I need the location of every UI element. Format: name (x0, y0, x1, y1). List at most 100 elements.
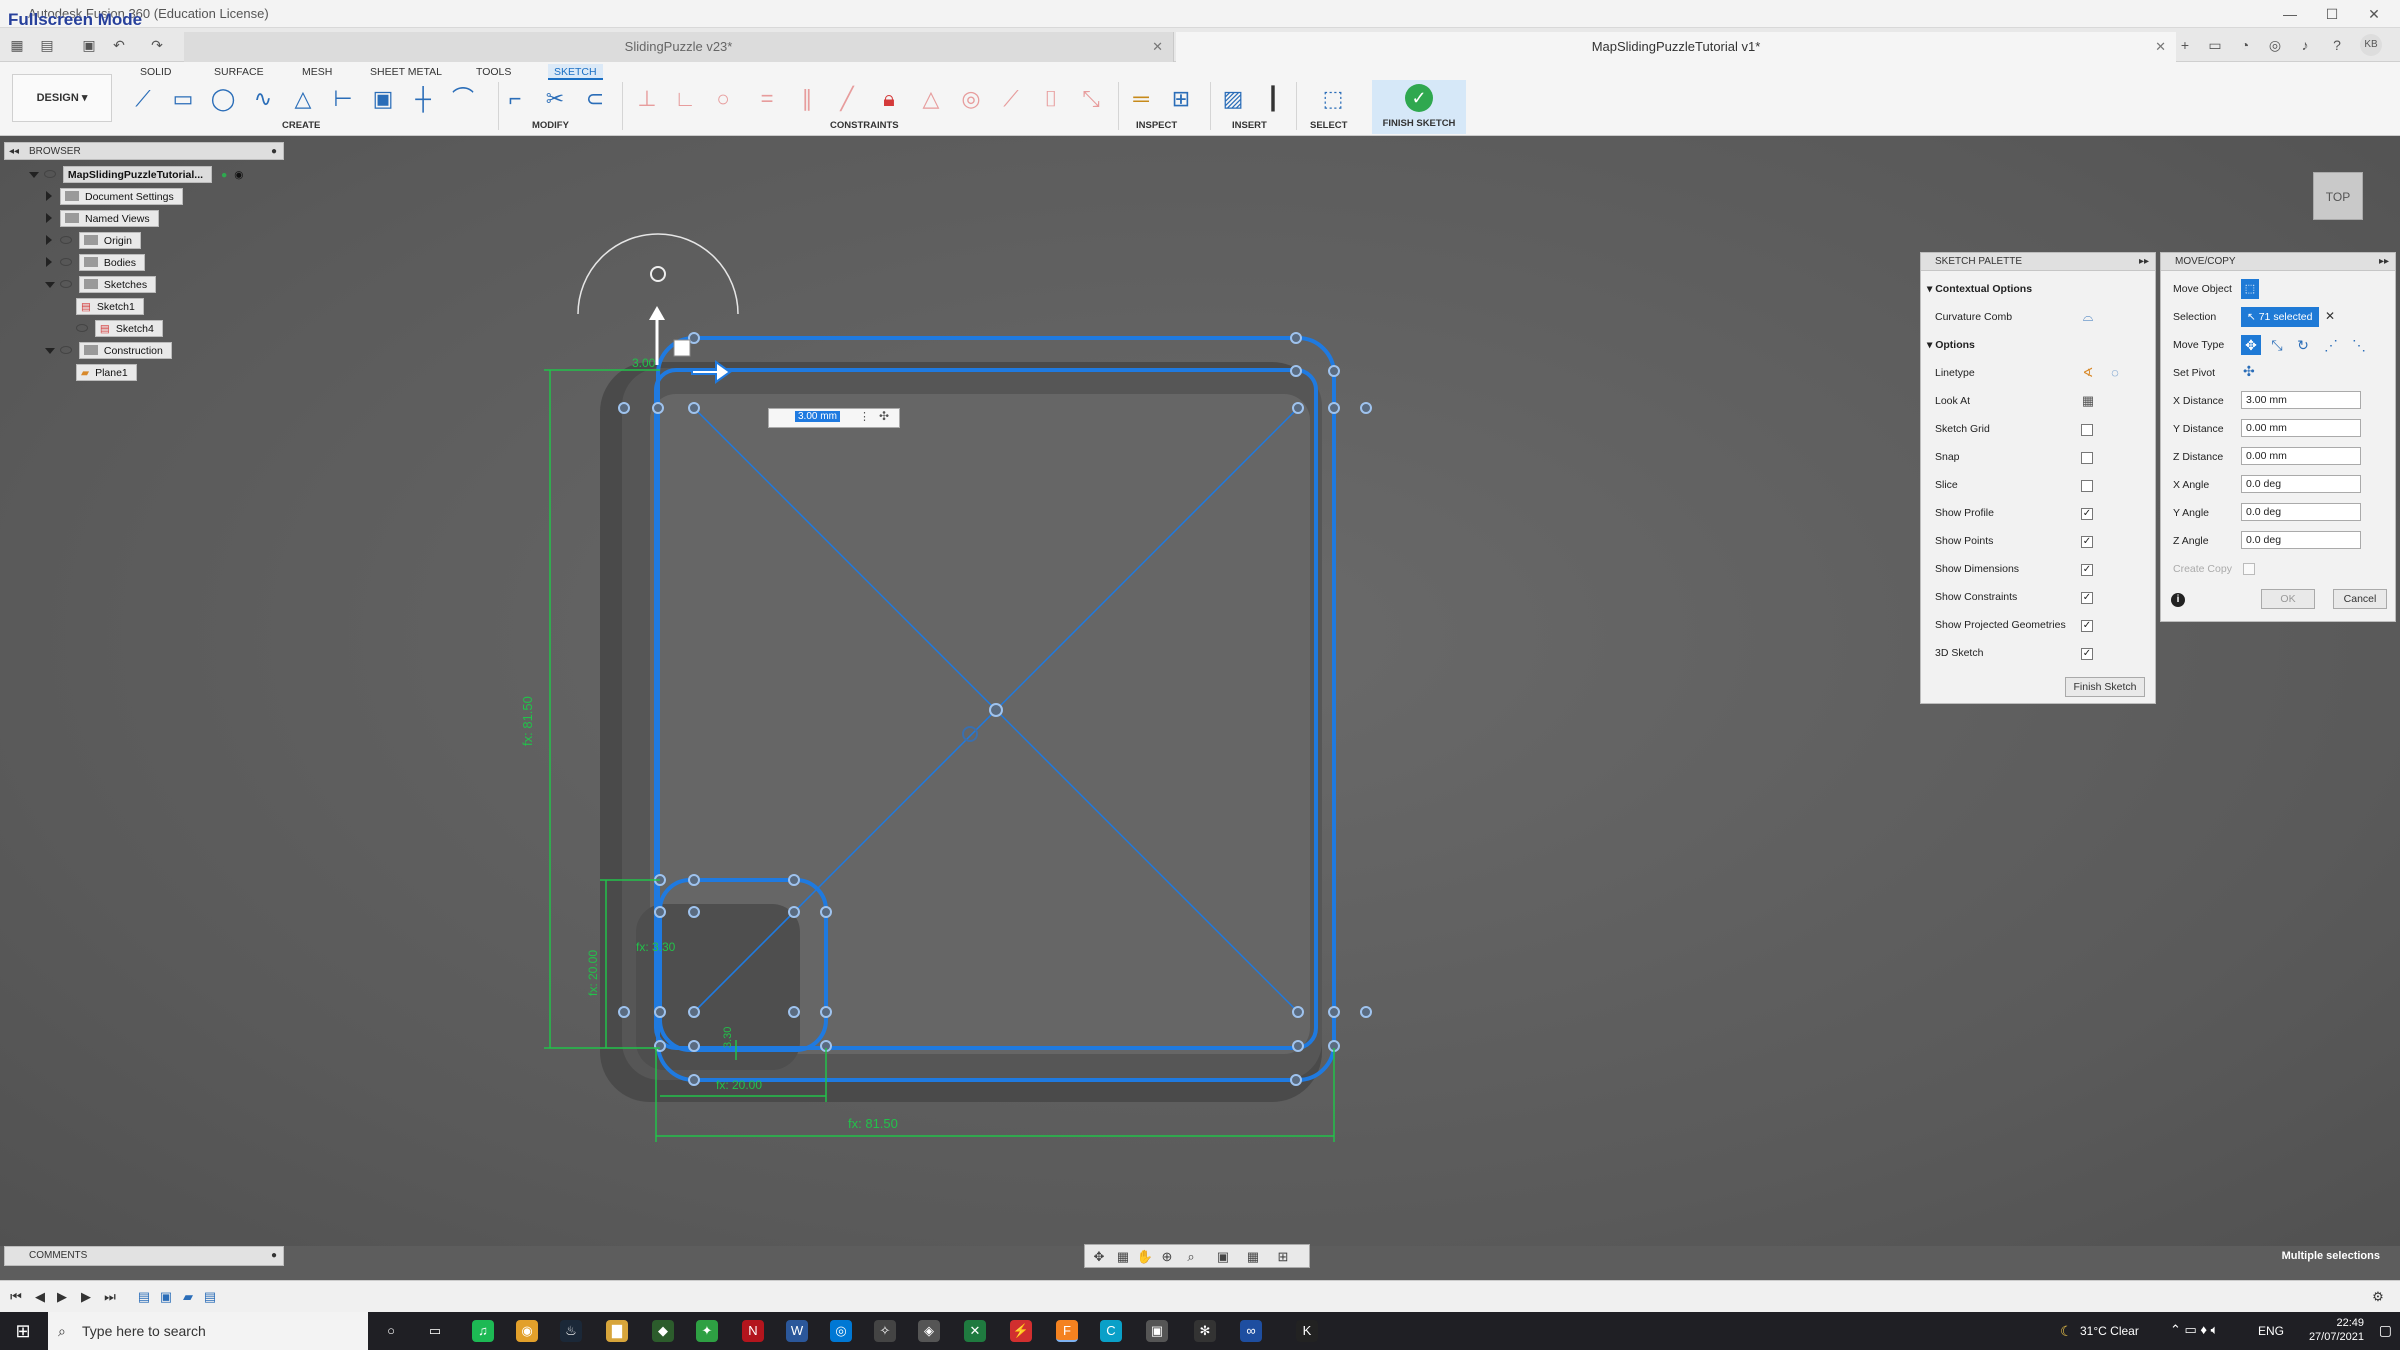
timeline-feature-plane-icon[interactable]: ▰ (178, 1287, 198, 1307)
collinear-constraint-icon[interactable]: ╱ (832, 84, 862, 114)
info-icon[interactable]: i (2171, 593, 2185, 607)
z-angle-input[interactable] (2241, 531, 2361, 549)
tab-solid[interactable]: SOLID (134, 64, 178, 80)
tab-sliding-puzzle[interactable]: SlidingPuzzle v23* ✕ (184, 32, 1174, 62)
3d-sketch-checkbox[interactable]: ✓ (2081, 648, 2093, 660)
undo-icon[interactable]: ↶ (108, 34, 130, 56)
app-icon-9[interactable]: ▣ (1146, 1320, 1168, 1342)
expand-arrow-icon[interactable] (46, 257, 52, 267)
pivot-icon[interactable]: ✣ (879, 409, 889, 423)
spline-tool-icon[interactable]: ∿ (248, 84, 278, 114)
app-icon-11[interactable]: ∞ (1240, 1320, 1262, 1342)
tab-mesh[interactable]: MESH (296, 64, 338, 80)
grid-settings-icon[interactable]: ▦ (1243, 1247, 1263, 1267)
dim-small-vertical-label[interactable]: fx: 20.00 (586, 950, 600, 996)
point-to-point-icon[interactable]: ⋰ (2321, 335, 2341, 355)
options-section[interactable]: ▾ Options (1927, 339, 1975, 351)
orbit-icon[interactable]: ✥ (1089, 1247, 1109, 1267)
tab-close-icon[interactable]: ✕ (1152, 32, 1163, 62)
select-group-label[interactable]: SELECT (1310, 120, 1347, 131)
parallel-constraint-icon[interactable]: ∥ (792, 84, 822, 114)
help-icon[interactable]: ? (2326, 34, 2348, 56)
workspace-switcher[interactable]: DESIGN ▾ (12, 74, 112, 122)
show-points-checkbox[interactable]: ✓ (2081, 536, 2093, 548)
inline-dimension-input[interactable]: 3.00 mm ⋮ ✣ (768, 408, 900, 428)
radio-active-icon[interactable]: ◉ (234, 169, 243, 181)
fusion-360-icon[interactable]: F (1056, 1320, 1078, 1342)
sketch-palette-header[interactable]: SKETCH PALETTE ▸▸ (1921, 253, 2155, 271)
symmetry-constraint-icon[interactable]: ⟋ (996, 84, 1026, 114)
dim-inner-label[interactable]: fx: 3.30 (636, 940, 675, 954)
browser-item-sketch4[interactable]: ▤ Sketch4 (76, 320, 163, 337)
expand-arrow-icon[interactable] (45, 282, 55, 288)
tab-tools[interactable]: TOOLS (470, 64, 517, 80)
insert-image-icon[interactable]: ▨ (1218, 84, 1248, 114)
close-icon[interactable]: ✕ (2364, 4, 2384, 24)
notification-center-icon[interactable]: ▢ (2379, 1322, 2392, 1339)
show-constraints-checkbox[interactable]: ✓ (2081, 592, 2093, 604)
file-menu-icon[interactable]: ▤ (36, 34, 58, 56)
tab-sketch[interactable]: SKETCH (548, 64, 603, 80)
word-icon[interactable]: W (786, 1320, 808, 1342)
trim-tool-icon[interactable]: ✂ (540, 84, 570, 114)
cancel-button[interactable]: Cancel (2333, 589, 2387, 609)
timeline-settings-icon[interactable]: ⚙ (2368, 1287, 2388, 1307)
dimension-tool-icon[interactable]: ⊢ (328, 84, 358, 114)
set-pivot-icon[interactable]: ✣ (2243, 363, 2255, 380)
maximize-icon[interactable]: ☐ (2322, 4, 2342, 24)
app-icon-10[interactable]: ✻ (1194, 1320, 1216, 1342)
perpendicular-constraint-icon[interactable]: ∟ (670, 84, 700, 114)
user-avatar[interactable]: KB (2360, 34, 2382, 56)
curvature-comb-icon[interactable]: ⌓ (2080, 310, 2096, 324)
timeline-back-icon[interactable]: ◀ (30, 1287, 50, 1307)
slot-tool-icon[interactable]: ▣ (368, 84, 398, 114)
select-box-icon[interactable]: ⬚ (1318, 84, 1348, 114)
app-icon-1[interactable]: ◆ (652, 1320, 674, 1342)
browser-root[interactable]: MapSlidingPuzzleTutorial... ● ◉ (29, 166, 243, 183)
look-at-icon[interactable]: ▦ (2080, 394, 2096, 408)
notifications-icon[interactable]: ♪ (2294, 34, 2316, 56)
timeline-forward-icon[interactable]: ▶ (76, 1287, 96, 1307)
expand-arrow-icon[interactable] (45, 348, 55, 354)
windows-start-icon[interactable]: ⊞ (0, 1312, 46, 1350)
collapse-panel-icon[interactable]: ◂◂ (9, 143, 19, 160)
data-panel-icon[interactable]: ◎ (2264, 34, 2286, 56)
minimize-icon[interactable]: — (2280, 4, 2300, 24)
viewports-icon[interactable]: ⊞ (1273, 1247, 1293, 1267)
tab-close-icon[interactable]: ✕ (2155, 32, 2166, 62)
modify-group-label[interactable]: MODIFY (532, 120, 569, 131)
finish-sketch-button[interactable]: ✓ FINISH SKETCH (1372, 80, 1466, 134)
browser-item-sketches[interactable]: Sketches (45, 276, 157, 293)
create-group-label[interactable]: CREATE (282, 120, 320, 131)
coincident-constraint-icon[interactable]: ⊥ (632, 84, 662, 114)
circle-tool-icon[interactable]: ◯ (208, 84, 238, 114)
interference-icon[interactable]: ⊞ (1166, 84, 1196, 114)
look-at-icon[interactable]: ▦ (1113, 1247, 1133, 1267)
plane-handle[interactable] (673, 339, 691, 357)
visibility-eye-icon[interactable] (60, 280, 72, 289)
y-angle-input[interactable] (2241, 503, 2361, 521)
fillet-tool-icon[interactable]: ⌐ (500, 84, 530, 114)
arc-tool-icon[interactable]: ⌒ (448, 84, 478, 114)
visibility-eye-icon[interactable] (60, 346, 72, 355)
chat-icon[interactable]: ▭ (2204, 34, 2226, 56)
app-icon-3[interactable]: ◎ (830, 1320, 852, 1342)
show-projected-geometries-checkbox[interactable]: ✓ (2081, 620, 2093, 632)
app-icon-6[interactable]: ✕ (964, 1320, 986, 1342)
horizontal-constraint-icon[interactable]: ⤡ (1076, 84, 1106, 114)
move-copy-header[interactable]: MOVE/COPY ▸▸ (2161, 253, 2395, 271)
view-cube-face[interactable]: TOP (2326, 190, 2350, 204)
apps-grid-icon[interactable]: ▦ (6, 34, 28, 56)
browser-item-document-settings[interactable]: Document Settings (46, 188, 183, 205)
browser-item-origin[interactable]: Origin (46, 232, 141, 249)
dim-top-label[interactable]: 3.00 (632, 356, 655, 370)
construction-toggle-icon[interactable]: ◌ (2107, 366, 2123, 380)
x-angle-input[interactable] (2241, 475, 2361, 493)
taskbar-clock[interactable]: 22:49 27/07/2021 (2309, 1316, 2364, 1344)
finish-sketch-palette-button[interactable]: Finish Sketch (2065, 677, 2145, 697)
display-settings-icon[interactable]: ▣ (1213, 1247, 1233, 1267)
measure-icon[interactable]: ═ (1126, 84, 1156, 114)
concentric-constraint-icon[interactable]: ◎ (956, 84, 986, 114)
app-icon-12[interactable]: K (1296, 1320, 1318, 1342)
netflix-icon[interactable]: N (742, 1320, 764, 1342)
